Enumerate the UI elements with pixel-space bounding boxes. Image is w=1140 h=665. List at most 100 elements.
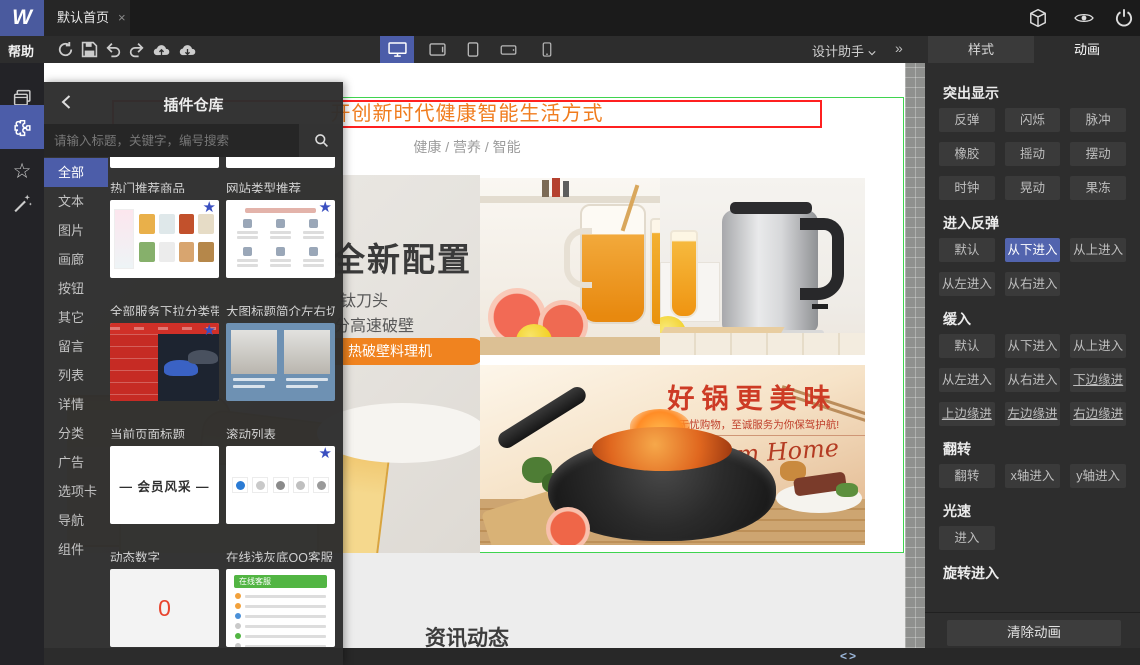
wok-banner-image[interactable]: 好锅更美味 无忧购物，至诚服务为你保驾护航! Warm Home: [480, 365, 865, 545]
plugin-card-partial[interactable]: [226, 157, 335, 168]
device-phone-landscape-button[interactable]: [491, 36, 525, 63]
animation-button[interactable]: 默认: [939, 334, 995, 358]
device-phone-portrait-button[interactable]: [530, 36, 564, 63]
plugin-card[interactable]: 在线客服: [226, 569, 335, 647]
plugin-card[interactable]: 0: [110, 569, 219, 647]
animation-button[interactable]: 下边缘进: [1070, 368, 1126, 392]
category-item[interactable]: 其它: [44, 303, 108, 332]
animation-button[interactable]: 从右进入: [1004, 368, 1061, 392]
juice-product-image[interactable]: [480, 178, 660, 355]
animation-button[interactable]: 从下进入: [1004, 238, 1061, 262]
tab-style[interactable]: 样式: [928, 36, 1034, 63]
device-tablet-landscape-button[interactable]: [420, 36, 454, 63]
animation-button[interactable]: 从左进入: [939, 368, 995, 392]
plugin-card[interactable]: — 会员风采 —: [110, 446, 219, 524]
animation-button[interactable]: 从右进入: [1004, 272, 1061, 296]
cloud-download-icon[interactable]: [179, 41, 198, 58]
clear-animation-button[interactable]: 清除动画: [947, 620, 1121, 646]
redo-icon[interactable]: [128, 41, 145, 58]
plugin-card-partial[interactable]: [110, 157, 219, 168]
category-item[interactable]: 列表: [44, 361, 108, 390]
undo-icon[interactable]: [105, 41, 122, 58]
animation-button[interactable]: 翻转: [939, 464, 995, 488]
category-item[interactable]: 按钮: [44, 274, 108, 303]
search-button[interactable]: [299, 124, 343, 157]
animation-button[interactable]: 从上进入: [1070, 334, 1126, 358]
save-icon[interactable]: [81, 41, 98, 58]
plugin-item[interactable]: 热门推荐商品 ★: [110, 168, 219, 278]
animation-button[interactable]: 右边缘进: [1070, 402, 1126, 426]
plugin-item[interactable]: 联系我们: [110, 660, 219, 665]
plugin-card[interactable]: [226, 323, 335, 401]
animation-button[interactable]: 摇动: [1004, 142, 1061, 166]
category-item[interactable]: 详情: [44, 390, 108, 419]
plugin-item[interactable]: 全部服务下拉分类带... ★: [110, 291, 219, 401]
cloud-upload-icon[interactable]: [153, 41, 172, 58]
category-item[interactable]: 全部: [44, 158, 108, 187]
animation-button[interactable]: 默认: [939, 238, 995, 262]
category-item[interactable]: 留言: [44, 332, 108, 361]
components-cube-icon[interactable]: [1028, 8, 1048, 28]
code-view-icon[interactable]: <>: [840, 649, 858, 663]
animation-button[interactable]: 左边缘进: [1004, 402, 1061, 426]
power-icon[interactable]: [1114, 8, 1134, 28]
category-item[interactable]: 文本: [44, 187, 108, 216]
sidebar-item-tools[interactable]: [0, 181, 44, 225]
category-item[interactable]: 组件: [44, 535, 108, 564]
animation-button[interactable]: 从下进入: [1004, 334, 1061, 358]
plugin-card[interactable]: ★: [110, 323, 219, 401]
plugin-item[interactable]: 网站类型推荐 ★: [226, 168, 335, 278]
sidebar-item-plugins[interactable]: [0, 105, 44, 149]
help-menu[interactable]: 帮助: [8, 41, 34, 60]
slide-line2[interactable]: 分高速破壁: [334, 312, 414, 336]
favorite-star-icon[interactable]: ★: [319, 446, 332, 462]
kettle-product-image[interactable]: [660, 178, 865, 355]
device-desktop-button[interactable]: [380, 36, 414, 63]
search-input[interactable]: [44, 124, 299, 157]
plugin-card[interactable]: ★: [110, 200, 219, 278]
plugin-item[interactable]: 大图标题简介左右切...: [226, 291, 335, 401]
plugin-item[interactable]: 页眉2: [226, 660, 335, 665]
favorite-star-icon[interactable]: ★: [319, 200, 332, 216]
favorite-star-icon[interactable]: ★: [203, 323, 216, 339]
canvas-scrollbar-track[interactable]: [905, 63, 925, 648]
category-item[interactable]: 广告: [44, 448, 108, 477]
animation-button[interactable]: 进入: [939, 526, 995, 550]
device-tablet-portrait-button[interactable]: [456, 36, 490, 63]
animation-button[interactable]: 上边缘进: [939, 402, 995, 426]
animation-button[interactable]: 从左进入: [939, 272, 995, 296]
close-icon[interactable]: ×: [118, 10, 126, 25]
slide-headline[interactable]: 全新配置: [332, 233, 472, 281]
plugin-card[interactable]: ★: [226, 446, 335, 524]
plugin-card[interactable]: ★: [226, 200, 335, 278]
refresh-icon[interactable]: [57, 41, 74, 58]
preview-eye-icon[interactable]: [1074, 8, 1094, 28]
category-item[interactable]: 导航: [44, 506, 108, 535]
category-item[interactable]: 选项卡: [44, 477, 108, 506]
plugin-item[interactable]: 当前页面标题 — 会员风采 —: [110, 414, 219, 524]
more-button[interactable]: »: [895, 40, 903, 56]
design-assistant-dropdown[interactable]: 设计助手: [812, 41, 876, 60]
animation-button[interactable]: 果冻: [1070, 176, 1126, 200]
animation-button[interactable]: 晃动: [1004, 176, 1061, 200]
animation-button[interactable]: x轴进入: [1004, 464, 1061, 488]
animation-button[interactable]: y轴进入: [1070, 464, 1126, 488]
category-item[interactable]: 图片: [44, 216, 108, 245]
category-item[interactable]: 分类: [44, 419, 108, 448]
animation-button[interactable]: 闪烁: [1004, 108, 1061, 132]
tab-animation[interactable]: 动画: [1034, 36, 1140, 63]
page-tab[interactable]: 默认首页 ×: [44, 0, 130, 36]
category-item[interactable]: 画廊: [44, 245, 108, 274]
animation-button[interactable]: 从上进入: [1070, 238, 1126, 262]
animation-button[interactable]: 反弹: [939, 108, 995, 132]
app-logo[interactable]: W: [0, 0, 44, 36]
plugin-item[interactable]: 在线浅灰底QQ客服 在线客服: [226, 537, 335, 647]
slide-line1[interactable]: 钛刀头: [340, 287, 388, 311]
plugin-item[interactable]: 动态数字 0: [110, 537, 219, 647]
animation-button[interactable]: 时钟: [939, 176, 995, 200]
plugin-item[interactable]: 滚动列表 ★: [226, 414, 335, 524]
animation-button[interactable]: 脉冲: [1070, 108, 1126, 132]
animation-button[interactable]: 摆动: [1070, 142, 1126, 166]
animation-button[interactable]: 橡胶: [939, 142, 995, 166]
favorite-star-icon[interactable]: ★: [203, 200, 216, 216]
